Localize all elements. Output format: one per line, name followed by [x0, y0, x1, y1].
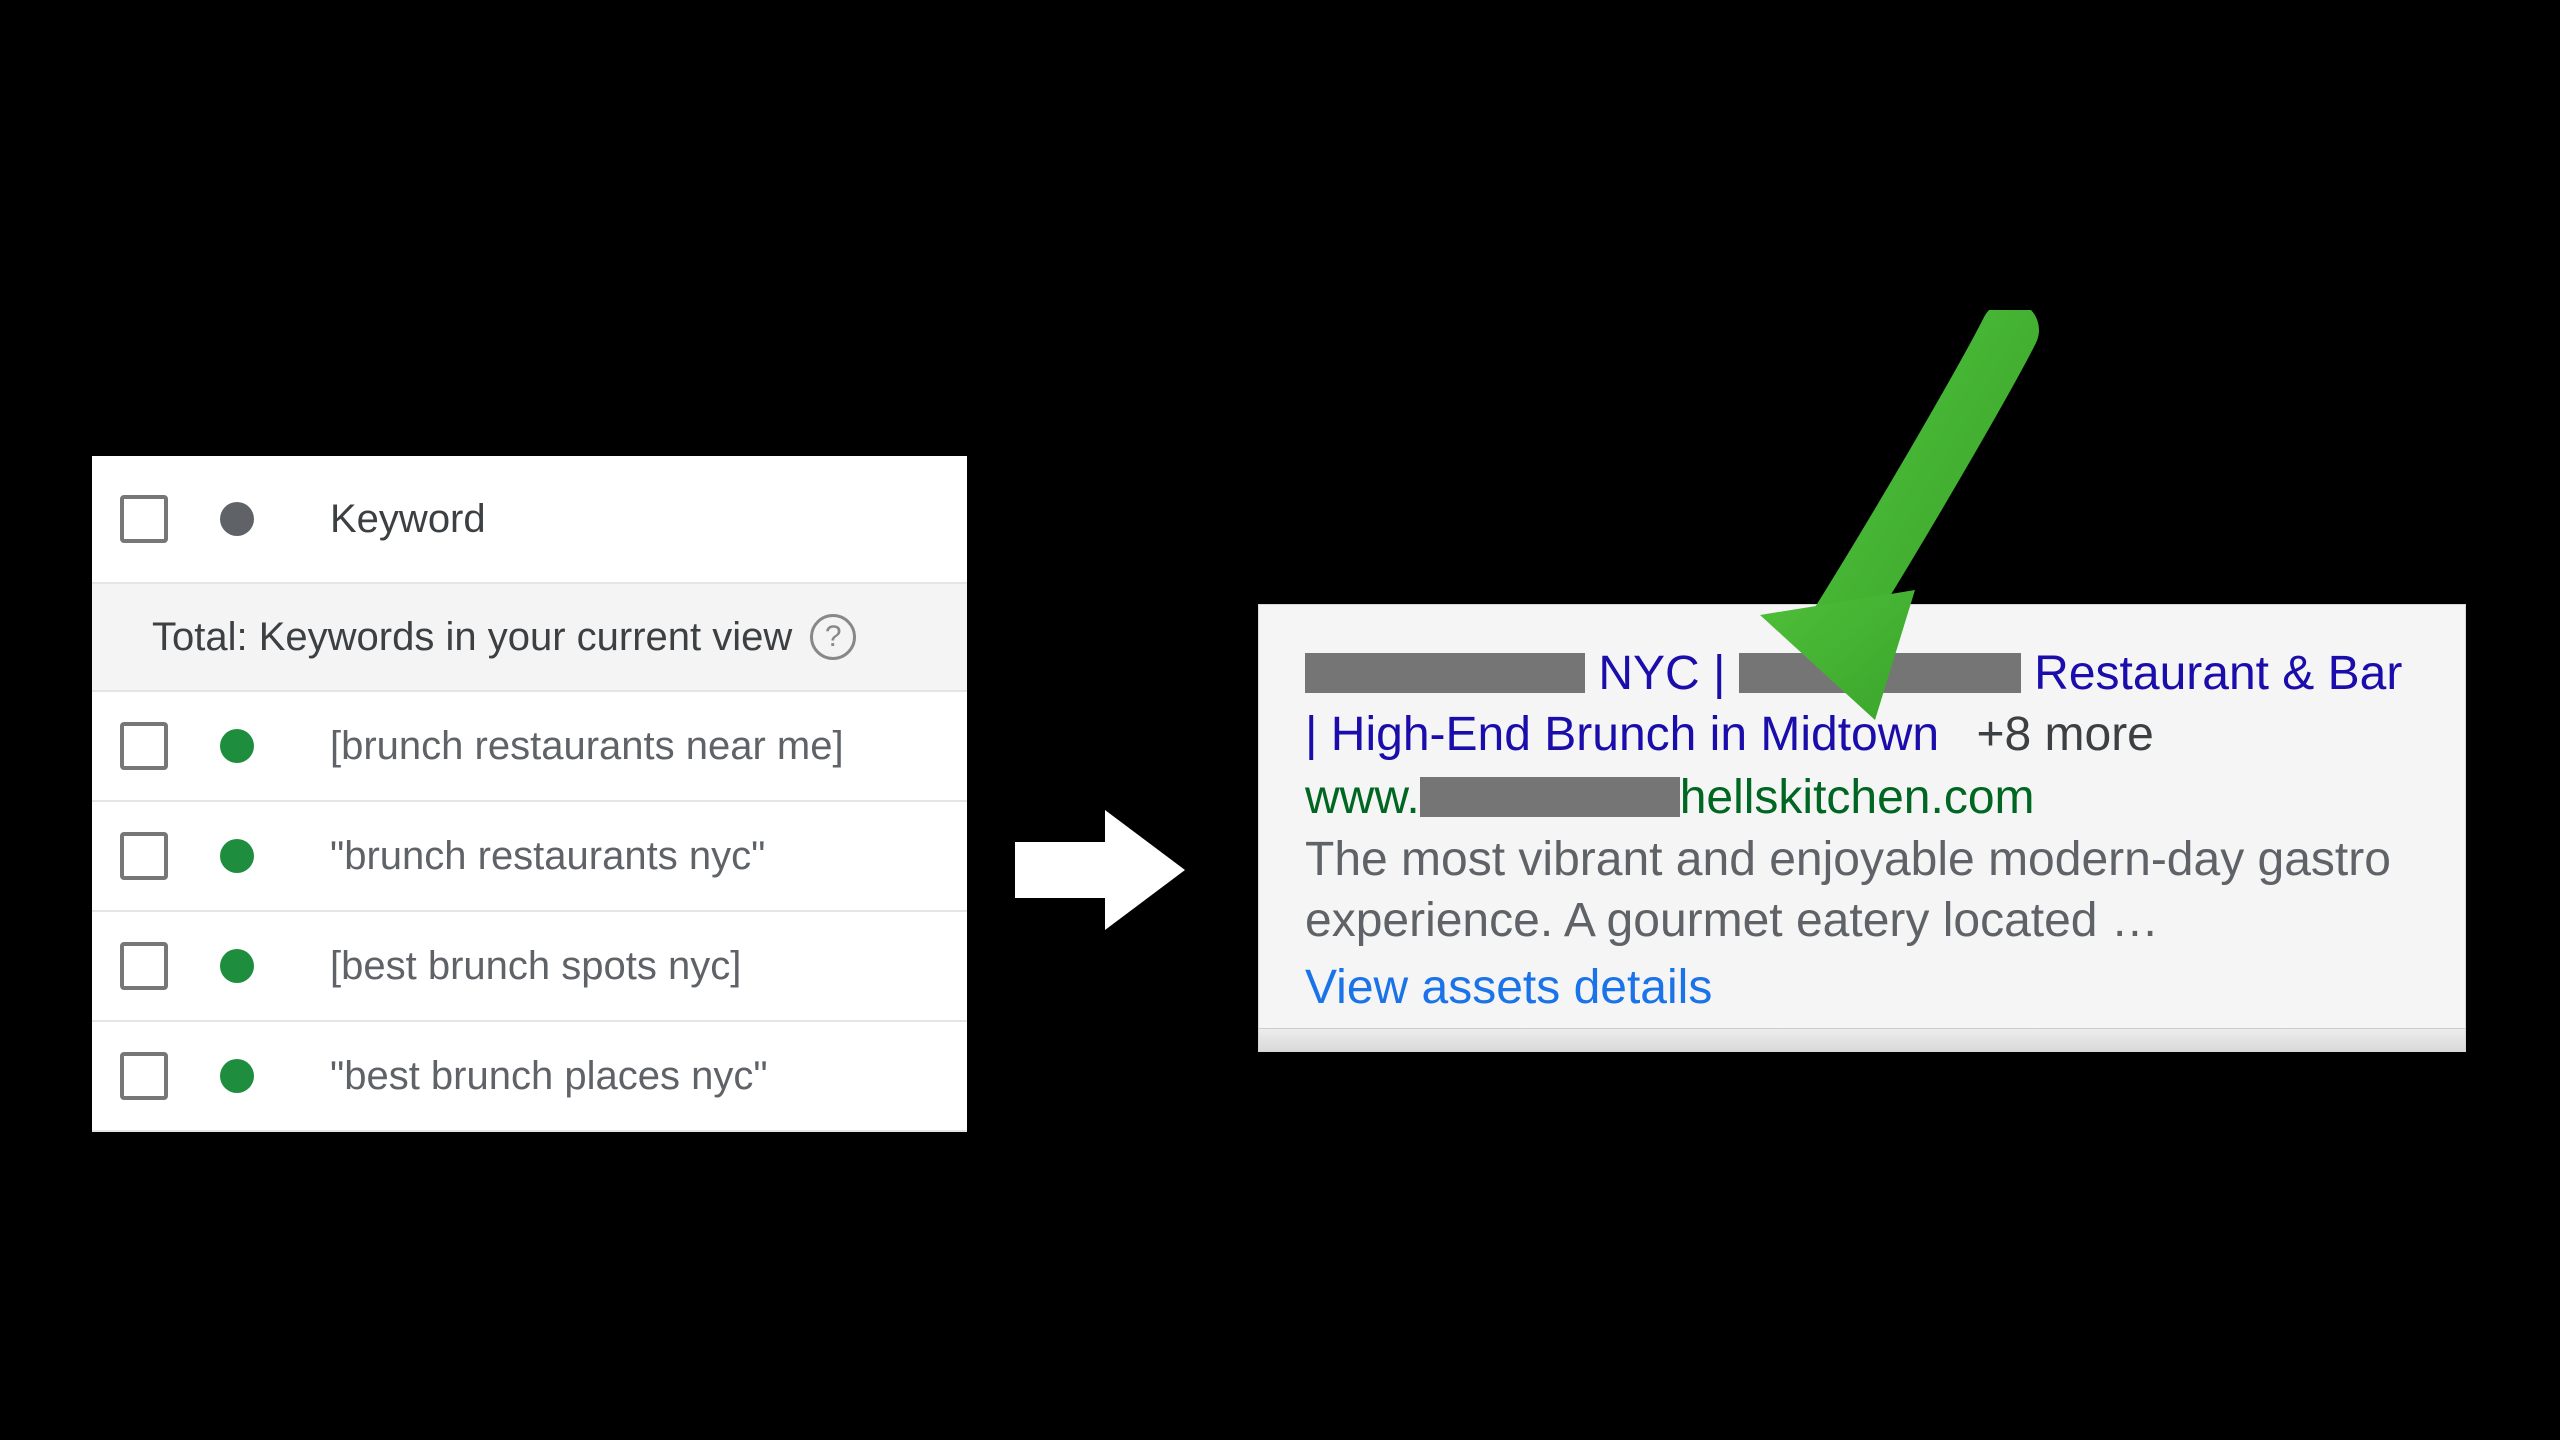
keyword-row[interactable]: "best brunch places nyc"	[92, 1022, 967, 1132]
keyword-text: [best brunch spots nyc]	[330, 944, 741, 989]
keyword-text: [brunch restaurants near me]	[330, 724, 844, 769]
ad-headline-part1: NYC |	[1585, 647, 1739, 700]
keyword-text: "best brunch places nyc"	[330, 1054, 768, 1099]
row-checkbox[interactable]	[120, 832, 168, 880]
keyword-column-header: Keyword	[330, 497, 486, 542]
keyword-total-row: Total: Keywords in your current view ?	[92, 584, 967, 692]
status-header-icon	[220, 502, 254, 536]
keyword-total-label: Total: Keywords in your current view	[152, 615, 792, 660]
keyword-row[interactable]: [brunch restaurants near me]	[92, 692, 967, 802]
ad-display-url[interactable]: www. hellskitchen.com	[1305, 770, 2419, 825]
status-dot-enabled-icon	[220, 1059, 254, 1093]
keyword-row[interactable]: "brunch restaurants nyc"	[92, 802, 967, 912]
ad-headline[interactable]: NYC | Restaurant & Bar | High-End Brunch…	[1305, 643, 2419, 766]
redacted-text	[1305, 653, 1585, 693]
status-dot-enabled-icon	[220, 949, 254, 983]
redacted-text	[1739, 653, 2021, 693]
row-checkbox[interactable]	[120, 942, 168, 990]
ad-url-suffix: hellskitchen.com	[1680, 771, 2035, 824]
status-dot-enabled-icon	[220, 729, 254, 763]
ad-description: The most vibrant and enjoyable modern-da…	[1305, 829, 2419, 952]
row-checkbox[interactable]	[120, 722, 168, 770]
select-all-checkbox[interactable]	[120, 495, 168, 543]
status-dot-enabled-icon	[220, 839, 254, 873]
row-checkbox[interactable]	[120, 1052, 168, 1100]
keyword-table-header: Keyword	[92, 456, 967, 584]
keyword-panel: Keyword Total: Keywords in your current …	[92, 456, 967, 1132]
ad-more-count: +8 more	[1976, 708, 2153, 761]
ad-url-prefix: www.	[1305, 771, 1420, 824]
view-assets-link[interactable]: View assets details	[1305, 960, 2419, 1015]
help-icon[interactable]: ?	[810, 614, 856, 660]
keyword-row[interactable]: [best brunch spots nyc]	[92, 912, 967, 1022]
arrow-right-icon	[1015, 800, 1195, 940]
redacted-text	[1420, 777, 1680, 817]
keyword-text: "brunch restaurants nyc"	[330, 834, 765, 879]
ad-preview-panel: NYC | Restaurant & Bar | High-End Brunch…	[1258, 604, 2466, 1052]
panel-footer-divider	[1259, 1028, 2465, 1051]
